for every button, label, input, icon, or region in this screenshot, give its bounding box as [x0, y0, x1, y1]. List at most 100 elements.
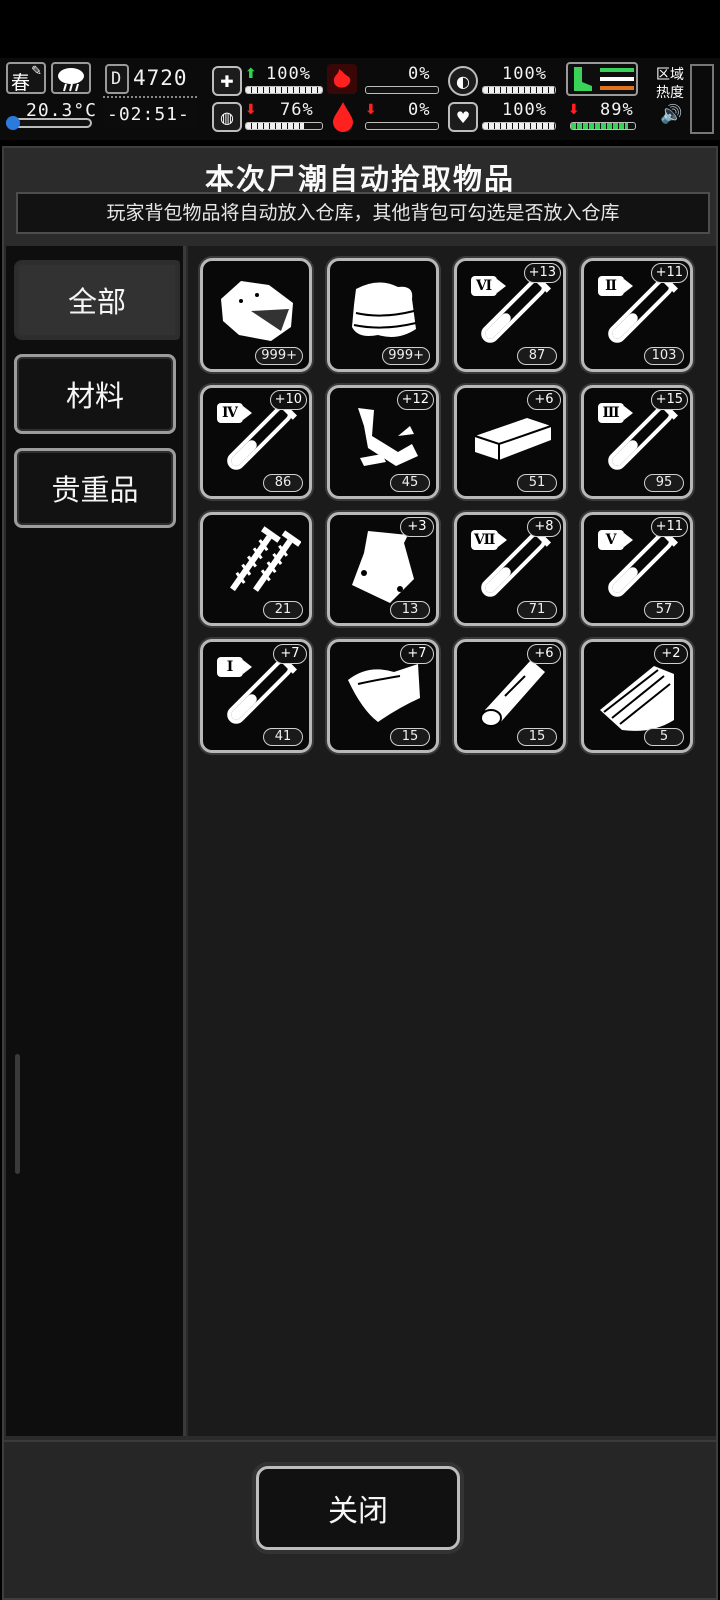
tab-label: 材料	[65, 379, 124, 413]
item-grid: 999+ 999+ Ⅵ +13 87 Ⅱ +11 103 Ⅳ +10 86 +12 45 +6 51 Ⅲ +15…	[188, 246, 716, 1436]
auto-pickup-dialog: 本次尸潮自动拾取物品 玩家背包物品将自动放入仓库，其他背包可勾选是否放入仓库 全…	[2, 146, 718, 1600]
bonus-badge: +6	[527, 390, 561, 410]
status-hud: 春 ✎ 20.3°C D 4720 -02:51- ✚ ⬆ 100% 0% ◐ …	[0, 58, 720, 140]
season-badge: 春 ✎	[6, 62, 46, 94]
tier-badge: Ⅲ	[598, 403, 633, 423]
stamina-bar	[482, 86, 556, 94]
tier-badge: Ⅵ	[471, 276, 506, 296]
item-count: 999+	[382, 347, 430, 365]
rain-cloud-icon	[58, 68, 84, 92]
item-count: 95	[644, 474, 684, 492]
item-slot[interactable]: 999+	[200, 258, 312, 372]
item-count: 41	[263, 728, 303, 746]
item-slot[interactable]: Ⅴ +11 57	[581, 512, 693, 626]
thirst-value: 0%	[408, 100, 431, 120]
item-count: 15	[390, 728, 430, 746]
item-slot[interactable]: Ⅱ +11 103	[581, 258, 693, 372]
leg-value: 89%	[600, 100, 634, 120]
bonus-badge: +11	[650, 517, 688, 537]
brain-icon: ◍	[212, 102, 242, 132]
meat-chunk-icon	[221, 281, 293, 341]
item-count: 45	[390, 474, 430, 492]
item-slot[interactable]: 21	[200, 512, 312, 626]
cloth-stack-icon	[352, 282, 417, 337]
tier-badge: Ⅰ	[217, 657, 252, 677]
item-slot[interactable]: +12 45	[327, 385, 439, 499]
sanity-bar	[245, 122, 323, 130]
bonus-badge: +2	[654, 644, 688, 664]
bonus-badge: +6	[527, 644, 561, 664]
arrow-down-icon: ⬇	[568, 102, 580, 118]
health-bar	[245, 86, 323, 94]
bonus-badge: +11	[650, 263, 688, 283]
item-slot[interactable]: +6 15	[454, 639, 566, 753]
close-button-label: 关闭	[328, 1494, 388, 1529]
item-count: 51	[517, 474, 557, 492]
speaker-icon[interactable]: 🔊	[660, 104, 682, 125]
item-slot[interactable]: Ⅶ +8 71	[454, 512, 566, 626]
zone-heat-meter	[690, 64, 714, 134]
sanity-value: 76%	[280, 100, 314, 120]
dialog-subtitle: 玩家背包物品将自动放入仓库，其他背包可勾选是否放入仓库	[16, 192, 710, 234]
bonus-badge: +3	[400, 517, 434, 537]
item-count: 103	[644, 347, 684, 365]
item-count: 21	[263, 601, 303, 619]
stomach-icon	[327, 64, 357, 94]
leg-bar	[570, 122, 636, 130]
item-slot[interactable]: +2 5	[581, 639, 693, 753]
screws-icon	[230, 526, 301, 592]
close-button[interactable]: 关闭	[256, 1466, 460, 1550]
pill-icon: ◐	[448, 66, 478, 96]
bonus-badge: +15	[650, 390, 688, 410]
tab-materials[interactable]: 材料	[14, 354, 176, 434]
category-sidebar: 全部 材料 贵重品	[6, 246, 186, 1436]
item-slot[interactable]: Ⅲ +15 95	[581, 385, 693, 499]
heart-value: 100%	[502, 100, 547, 120]
blood-drop-icon	[330, 100, 356, 132]
item-slot[interactable]: Ⅵ +13 87	[454, 258, 566, 372]
heart-icon: ♥	[448, 102, 478, 132]
feather-icon: ✎	[31, 64, 42, 79]
arrow-up-icon: ⬆	[245, 66, 257, 82]
bonus-badge: +13	[523, 263, 561, 283]
tier-badge: Ⅴ	[598, 530, 633, 550]
item-slot[interactable]: Ⅰ +7 41	[200, 639, 312, 753]
item-count: 5	[644, 728, 684, 746]
item-count: 57	[644, 601, 684, 619]
dialog-footer: 关闭	[4, 1440, 716, 1598]
tab-label: 全部	[67, 285, 126, 319]
stamina-value: 100%	[502, 64, 547, 84]
day-counter: 4720	[133, 66, 188, 90]
weather-badge	[51, 62, 91, 94]
leg-status-icon	[566, 62, 638, 96]
item-slot[interactable]: Ⅳ +10 86	[200, 385, 312, 499]
bonus-badge: +12	[396, 390, 434, 410]
item-count: 71	[517, 601, 557, 619]
tier-badge: Ⅶ	[471, 530, 508, 550]
bonus-badge: +10	[269, 390, 307, 410]
arrow-down-icon: ⬇	[245, 102, 257, 118]
thirst-bar	[365, 122, 439, 130]
bonus-badge: +7	[273, 644, 307, 664]
clock-display: -02:51-	[103, 96, 197, 128]
item-slot[interactable]: 999+	[327, 258, 439, 372]
tier-badge: Ⅳ	[217, 403, 252, 423]
item-count: 15	[517, 728, 557, 746]
item-slot[interactable]: +3 13	[327, 512, 439, 626]
item-count: 13	[390, 601, 430, 619]
bonus-badge: +8	[527, 517, 561, 537]
bonus-badge: +7	[400, 644, 434, 664]
item-count: 87	[517, 347, 557, 365]
heart-bar	[482, 122, 556, 130]
clock-readout: -02:51-	[107, 104, 190, 125]
item-slot[interactable]: +7 15	[327, 639, 439, 753]
tier-badge: Ⅱ	[598, 276, 633, 296]
health-value: 100%	[266, 64, 311, 84]
tab-all[interactable]: 全部	[14, 260, 180, 340]
calendar-icon: D	[105, 64, 129, 94]
item-slot[interactable]: +6 51	[454, 385, 566, 499]
item-count: 86	[263, 474, 303, 492]
medkit-icon: ✚	[212, 66, 242, 96]
sidebar-scrollbar[interactable]	[15, 1054, 20, 1174]
tab-valuables[interactable]: 贵重品	[14, 448, 176, 528]
